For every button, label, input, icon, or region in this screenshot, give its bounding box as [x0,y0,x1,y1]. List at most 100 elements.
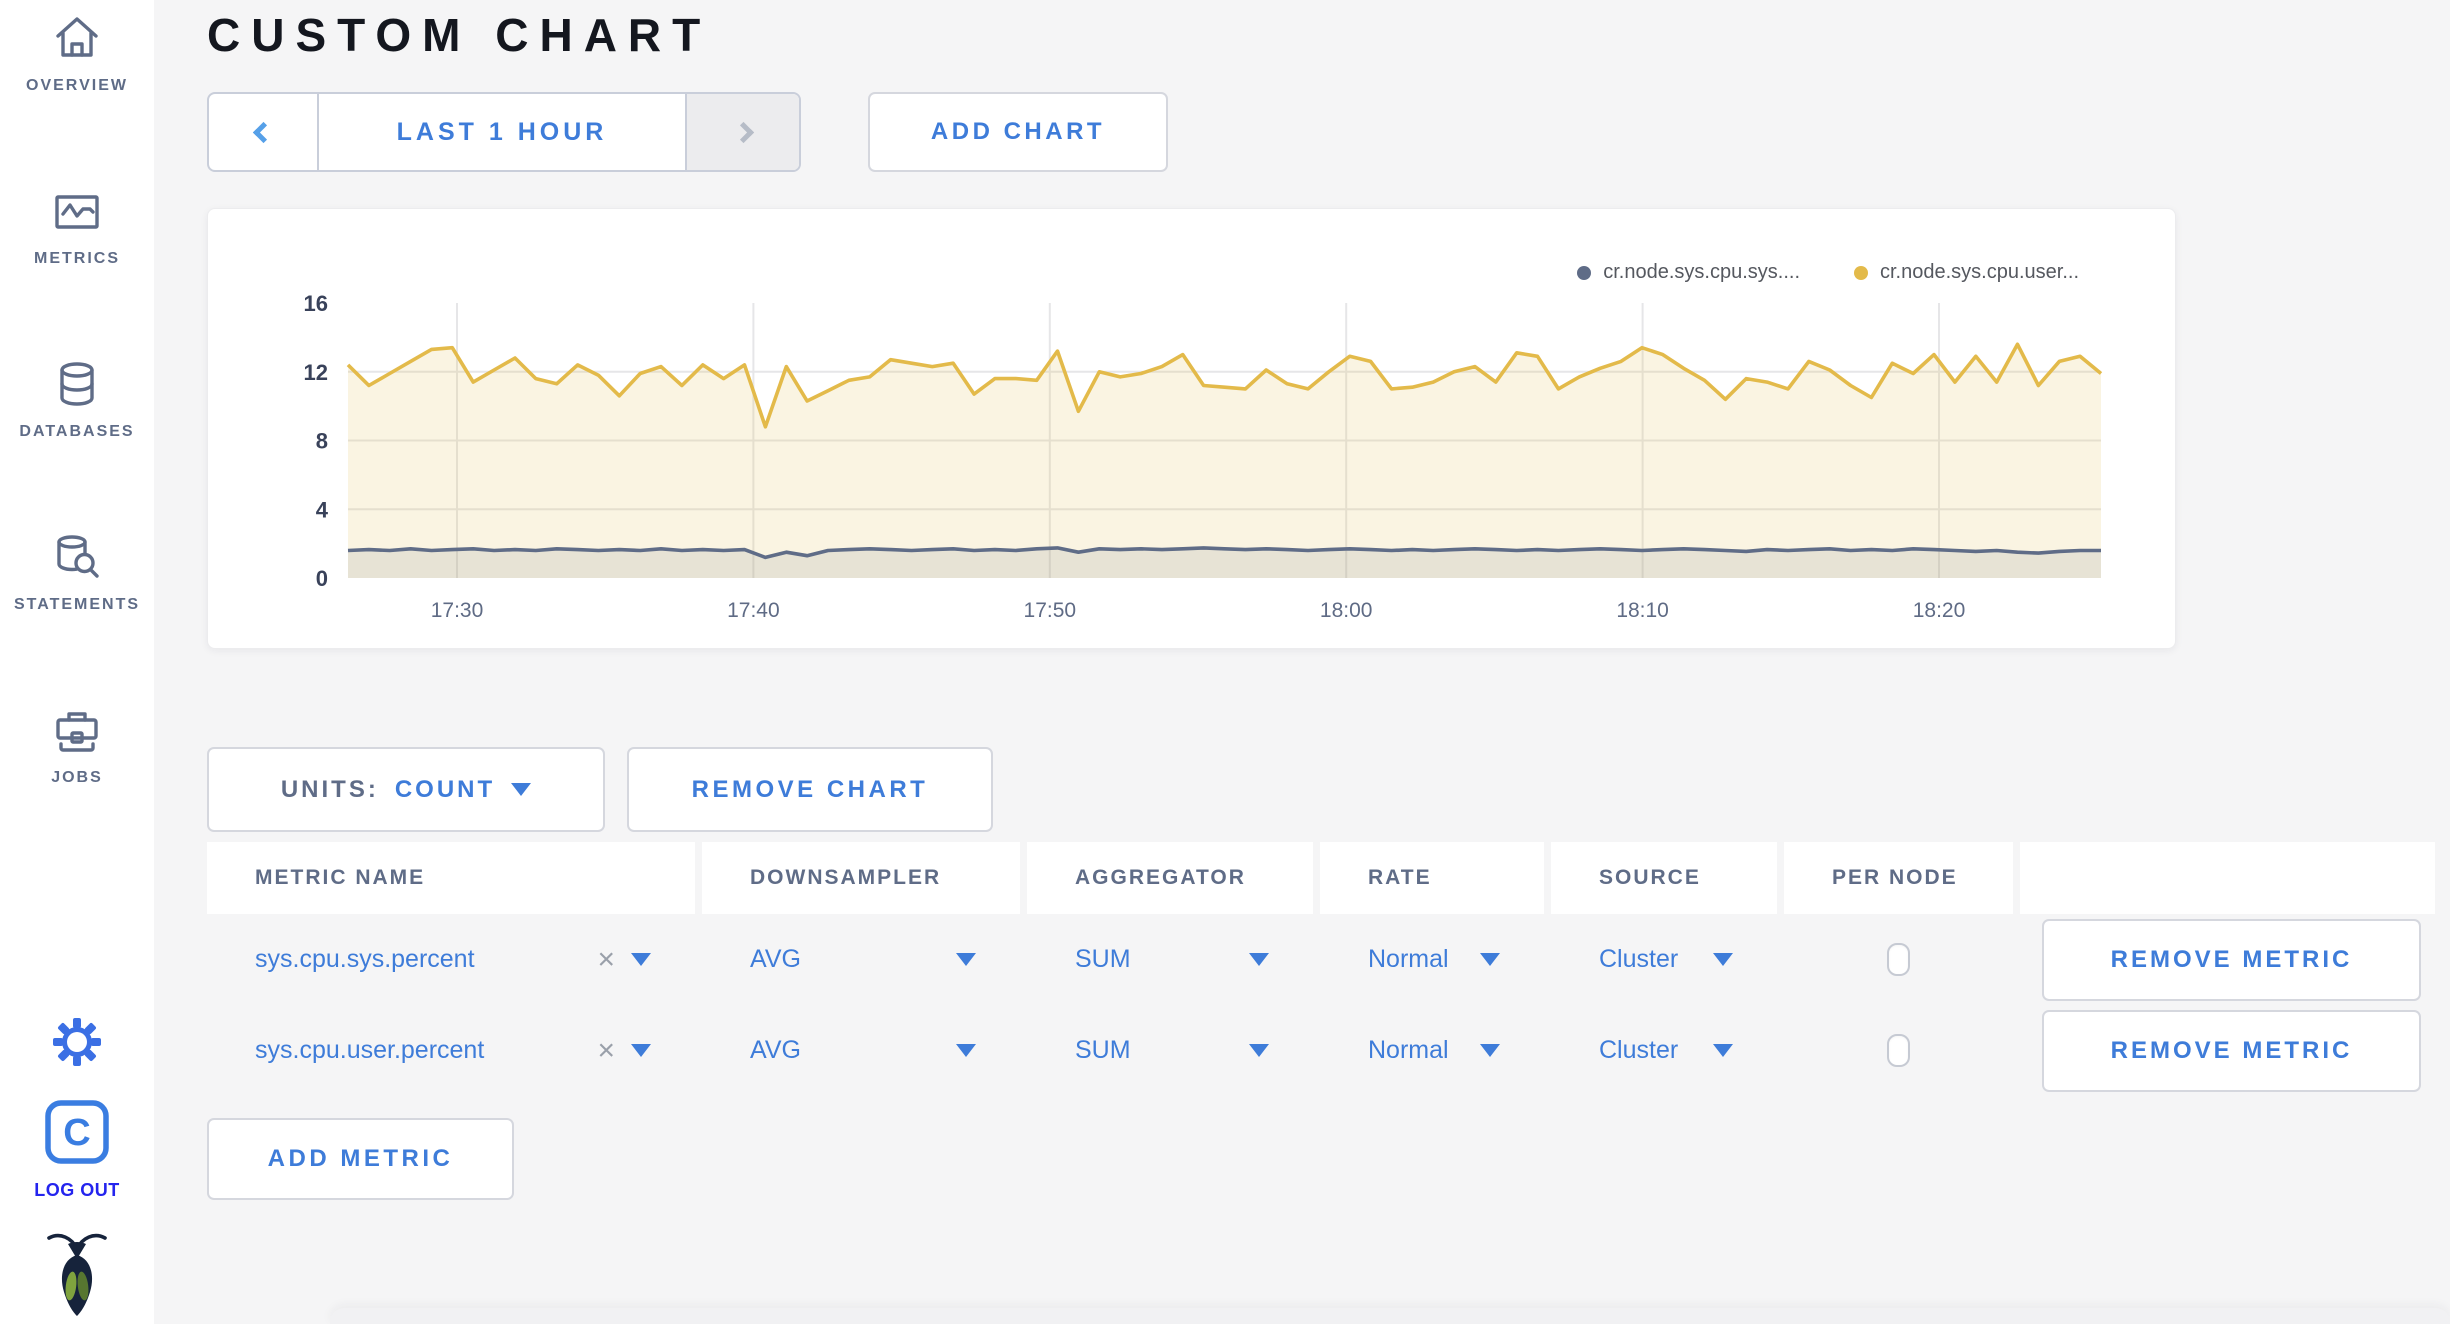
svg-text:12: 12 [304,360,328,385]
per-node-cell [1784,1034,2013,1067]
legend-dot [1854,265,1868,280]
chart-legend: cr.node.sys.cpu.sys.... cr.node.sys.cpu.u… [1577,261,2079,284]
cockroachdb-bug-logo [46,1229,108,1322]
column-header-actions [2020,842,2435,914]
page-title: CUSTOM CHART [207,9,712,61]
legend-item[interactable]: cr.node.sys.cpu.user... [1854,261,2079,284]
settings-button[interactable] [51,1016,103,1073]
chevron-right-icon [732,121,754,143]
legend-label: cr.node.sys.cpu.user... [1880,261,2079,283]
downsampler-select[interactable]: AVG [750,945,801,974]
rate-cell: Normal [1320,945,1544,974]
statements-icon [52,533,102,583]
sidebar-item-jobs[interactable]: JOBS [51,706,103,787]
source-select[interactable]: Cluster [1599,1036,1678,1065]
time-window-label: LAST 1 HOUR [396,117,608,146]
app-root: OVERVIEW METRICS DATABASES STATEMENTS JO… [0,0,2450,1324]
units-dropdown[interactable]: UNITS: COUNT [207,747,605,832]
column-header-rate: RATE [1320,842,1544,914]
metric-name-select[interactable]: sys.cpu.user.percent [255,1036,484,1065]
chevron-down-icon[interactable] [1249,1044,1269,1057]
svg-text:17:50: 17:50 [1024,599,1077,622]
units-value: COUNT [394,775,496,803]
legend-item[interactable]: cr.node.sys.cpu.sys.... [1577,261,1800,284]
chevron-down-icon[interactable] [1713,953,1733,966]
column-header-source: SOURCE [1551,842,1777,914]
chevron-down-icon [511,783,532,796]
aggregator-cell: SUM [1027,1036,1313,1065]
aggregator-select[interactable]: SUM [1075,1036,1131,1065]
chevron-down-icon[interactable] [1249,953,1269,966]
chevron-down-icon[interactable] [631,953,651,966]
remove-metric-button[interactable]: REMOVE METRIC [2042,1009,2421,1092]
chevron-down-icon[interactable] [956,1044,976,1057]
chevron-down-icon[interactable] [631,1044,651,1057]
column-header-metric-name: METRIC NAME [207,842,695,914]
chevron-down-icon[interactable] [1713,1044,1733,1057]
svg-text:17:30: 17:30 [431,599,484,622]
logout-label: LOG OUT [34,1180,120,1200]
svg-text:17:40: 17:40 [727,599,780,622]
actions-cell: REMOVE METRIC [2020,1009,2435,1092]
metric-name-select[interactable]: sys.cpu.sys.percent [255,945,475,974]
metrics-icon [52,187,102,237]
rate-select[interactable]: Normal [1368,1036,1449,1065]
chevron-down-icon[interactable] [1480,1044,1500,1057]
add-chart-button[interactable]: ADD CHART [868,92,1168,172]
remove-metric-button[interactable]: REMOVE METRIC [2042,918,2421,1001]
metric-table-row: sys.cpu.sys.percent × AVG SUM Normal Clu… [207,914,2450,1005]
per-node-checkbox[interactable] [1887,943,1910,976]
svg-text:4: 4 [316,497,329,522]
sidebar-item-label: METRICS [34,250,120,267]
downsampler-cell: AVG [702,1036,1020,1065]
time-window-dropdown[interactable]: LAST 1 HOUR [319,94,685,170]
time-window-selector: LAST 1 HOUR [207,92,801,172]
time-window-next-button[interactable] [685,94,799,170]
main-content: CUSTOM CHART LAST 1 HOUR ADD CHART cr.no… [154,0,2450,1324]
remove-chart-button[interactable]: REMOVE CHART [627,747,993,832]
downsampler-cell: AVG [702,945,1020,974]
svg-text:16: 16 [304,291,328,316]
svg-text:18:00: 18:00 [1320,599,1373,622]
legend-dot [1577,265,1592,280]
databases-icon [52,360,102,410]
source-select[interactable]: Cluster [1599,945,1678,974]
logout-button[interactable]: C LOG OUT [34,1099,120,1201]
chevron-down-icon[interactable] [956,953,976,966]
source-cell: Cluster [1551,945,1777,974]
chevron-left-icon [252,121,274,143]
chevron-down-icon[interactable] [1480,953,1500,966]
downsampler-select[interactable]: AVG [750,1036,801,1065]
metrics-table-body: sys.cpu.sys.percent × AVG SUM Normal Clu… [207,914,2450,1096]
clear-metric-icon[interactable]: × [597,1035,615,1066]
cockroach-c-icon: C [44,1099,110,1170]
per-node-checkbox[interactable] [1887,1034,1910,1067]
time-window-prev-button[interactable] [209,94,319,170]
aggregator-select[interactable]: SUM [1075,945,1131,974]
svg-text:18:10: 18:10 [1616,599,1669,622]
sidebar-item-statements[interactable]: STATEMENTS [14,533,140,614]
gear-icon [51,1018,103,1072]
home-icon [52,14,102,64]
metric-name-cell: sys.cpu.sys.percent × [207,944,695,975]
column-header-downsampler: DOWNSAMPLER [702,842,1020,914]
sidebar-item-metrics[interactable]: METRICS [34,187,120,268]
clear-metric-icon[interactable]: × [597,944,615,975]
timeseries-chart-card: cr.node.sys.cpu.sys.... cr.node.sys.cpu.u… [207,208,2176,649]
source-cell: Cluster [1551,1036,1777,1065]
column-header-per-node: PER NODE [1784,842,2013,914]
units-label: UNITS: [280,775,379,803]
per-node-cell [1784,943,2013,976]
sidebar-item-overview[interactable]: OVERVIEW [26,14,128,95]
aggregator-cell: SUM [1027,945,1313,974]
metrics-table-header: METRIC NAME DOWNSAMPLER AGGREGATOR RATE … [207,842,2450,914]
rate-select[interactable]: Normal [1368,945,1449,974]
column-header-aggregator: AGGREGATOR [1027,842,1313,914]
add-metric-button[interactable]: ADD METRIC [207,1118,514,1200]
sidebar: OVERVIEW METRICS DATABASES STATEMENTS JO… [0,0,154,1324]
sidebar-bottom: C LOG OUT [34,1016,120,1324]
sidebar-item-databases[interactable]: DATABASES [19,360,134,441]
sidebar-item-label: STATEMENTS [13,596,141,613]
jobs-icon [52,706,102,756]
svg-text:18:20: 18:20 [1913,599,1966,622]
